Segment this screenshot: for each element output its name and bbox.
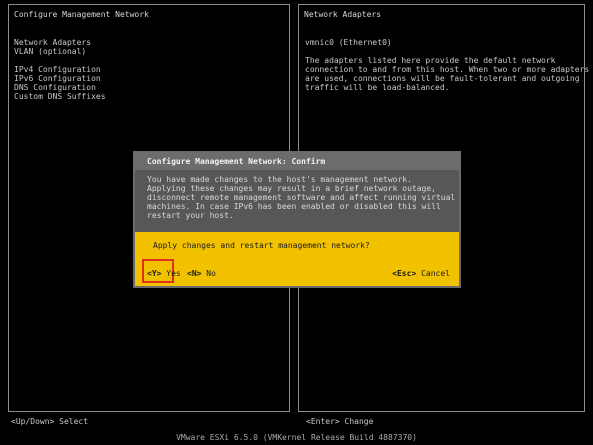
adapter-value: vmnic0 (Ethernet0) — [305, 38, 392, 47]
adapter-description: The adapters listed here provide the def… — [305, 56, 590, 92]
cancel-label: Cancel — [421, 269, 450, 278]
footer-change-hint: <Enter> Change — [306, 417, 374, 426]
cancel-button[interactable]: <Esc> Cancel — [392, 269, 450, 278]
right-panel-title: Network Adapters — [304, 10, 382, 19]
menu-item-network-adapters[interactable]: Network Adapters — [14, 38, 106, 47]
yes-key: <Y> — [147, 269, 162, 278]
dialog-title: Configure Management Network: Confirm — [135, 153, 459, 170]
dialog-action-area: Apply changes and restart management net… — [135, 232, 459, 286]
menu: Network Adapters VLAN (optional) IPv4 Co… — [14, 38, 106, 110]
dialog-prompt: Apply changes and restart management net… — [153, 241, 370, 250]
menu-item-dns[interactable]: DNS Configuration — [14, 83, 106, 92]
no-button[interactable]: <N> No — [187, 269, 216, 278]
confirm-dialog: Configure Management Network: Confirm Yo… — [133, 151, 461, 288]
yes-button[interactable]: <Y> Yes — [147, 269, 181, 278]
status-bar: VMware ESXi 6.5.0 (VMKernel Release Buil… — [176, 433, 417, 442]
menu-group-ip: IPv4 Configuration IPv6 Configuration DN… — [14, 65, 106, 101]
footer-select-hint: <Up/Down> Select — [11, 417, 89, 426]
left-panel-title: Configure Management Network — [14, 10, 149, 19]
menu-item-ipv4[interactable]: IPv4 Configuration — [14, 65, 106, 74]
dialog-message: You have made changes to the host's mana… — [135, 170, 459, 232]
menu-group-adapters: Network Adapters VLAN (optional) — [14, 38, 106, 56]
no-key: <N> — [187, 269, 202, 278]
yes-label: Yes — [166, 269, 181, 278]
menu-item-ipv6[interactable]: IPv6 Configuration — [14, 74, 106, 83]
esc-key: <Esc> — [392, 269, 417, 278]
menu-item-vlan[interactable]: VLAN (optional) — [14, 47, 106, 56]
menu-item-dns-suffixes[interactable]: Custom DNS Suffixes — [14, 92, 106, 101]
no-label: No — [206, 269, 216, 278]
